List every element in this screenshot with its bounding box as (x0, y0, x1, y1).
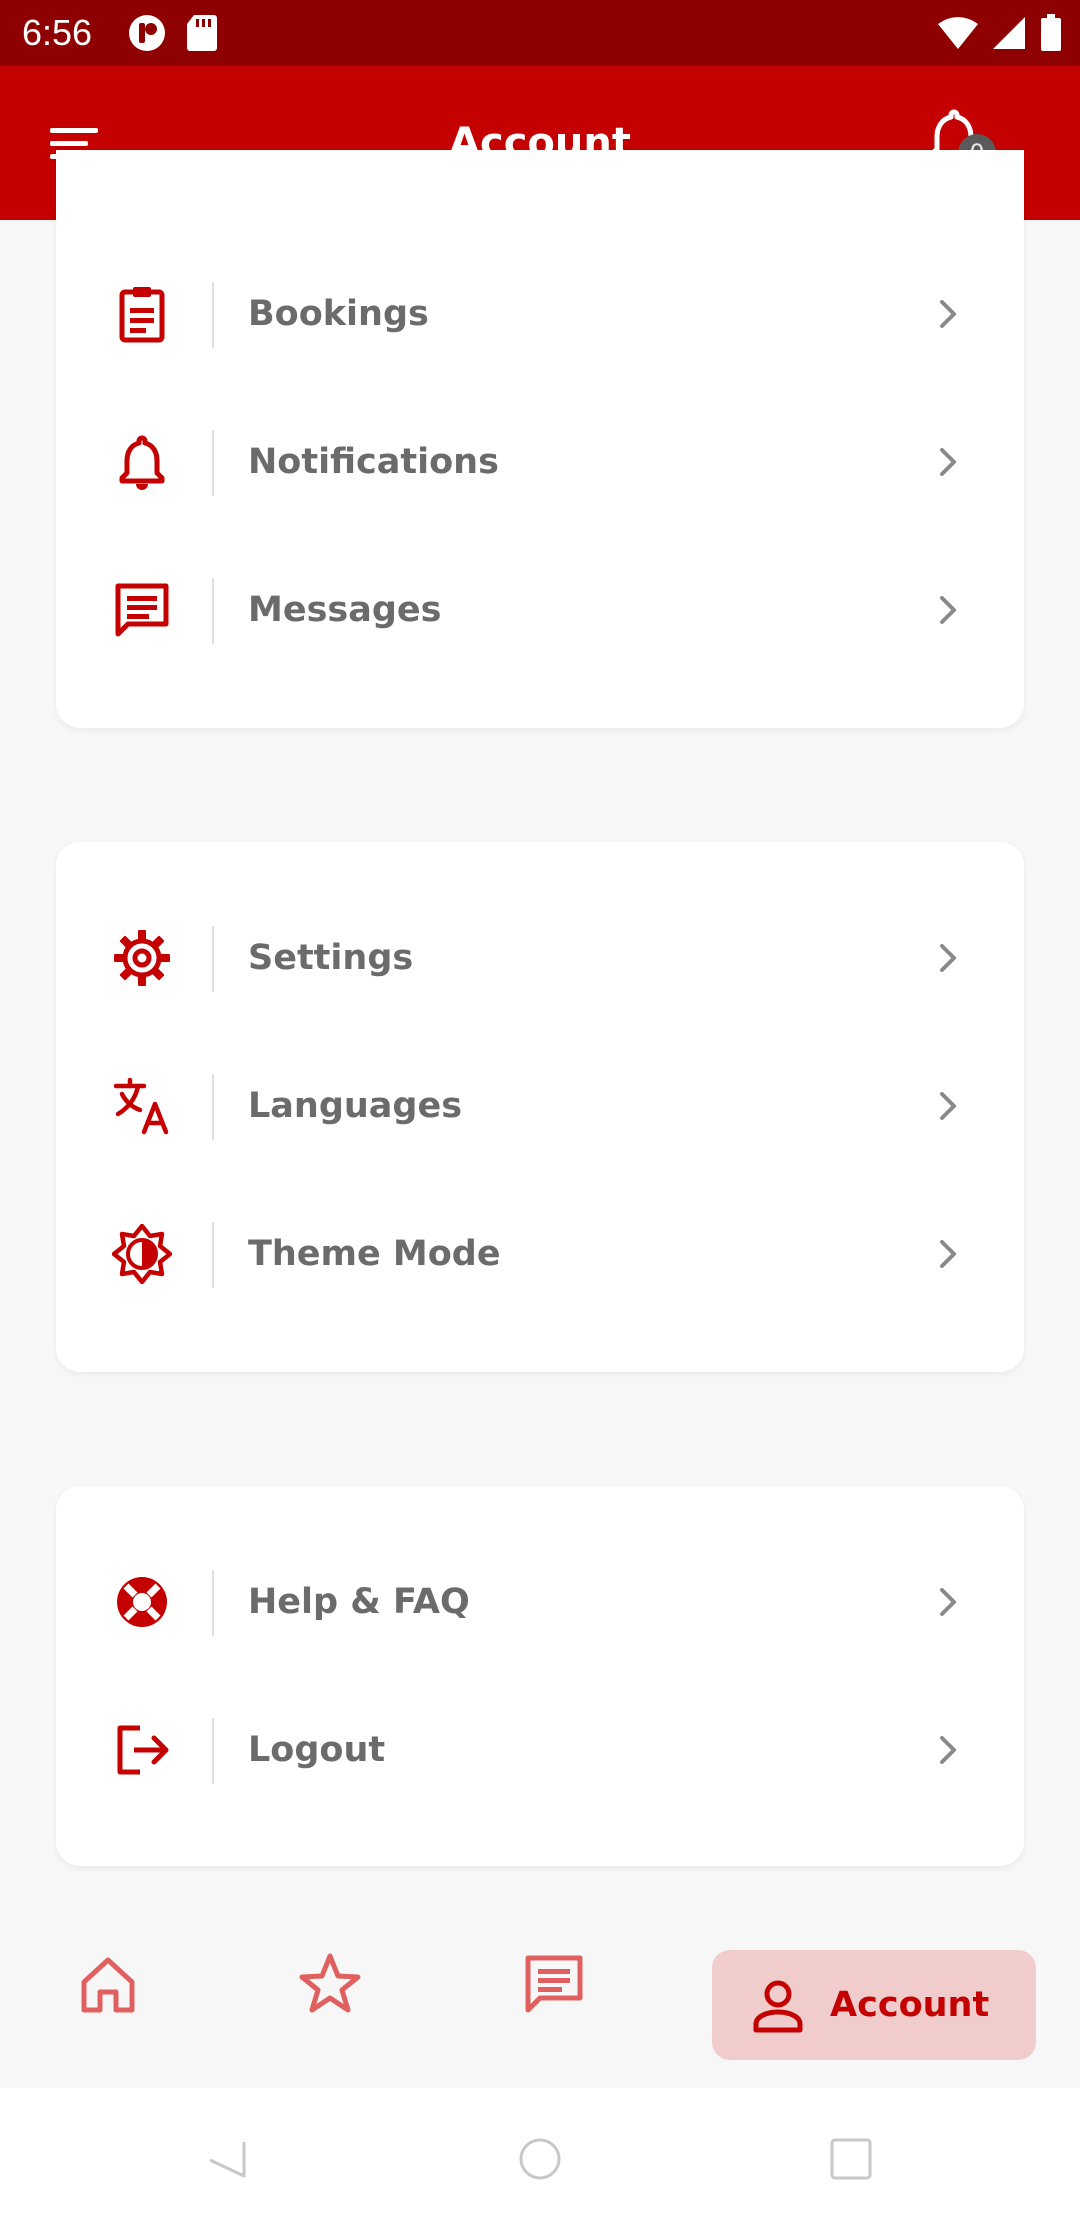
menu-item-label: Notifications (248, 442, 499, 482)
lifebuoy-icon (112, 1572, 172, 1632)
system-recents-button[interactable] (826, 2134, 876, 2184)
nav-account-label: Account (830, 1985, 990, 2025)
status-left-icons (128, 14, 218, 56)
system-back-button[interactable] (204, 2134, 254, 2184)
bottom-navigation: Account (0, 1900, 1080, 2088)
menu-item-logout[interactable]: Logout (56, 1690, 1024, 1810)
menu-item-label: Logout (248, 1730, 386, 1770)
chevron-right-icon (926, 292, 970, 336)
row-divider (212, 282, 214, 348)
menu-item-label: Settings (248, 938, 414, 978)
logout-icon (112, 1720, 172, 1780)
nav-home[interactable] (72, 1948, 144, 2020)
battery-icon (1040, 14, 1062, 56)
status-bar: 6:56 (0, 0, 1080, 66)
chevron-right-icon (926, 440, 970, 484)
menu-item-notifications[interactable]: Notifications (56, 402, 1024, 522)
row-divider (212, 578, 214, 644)
chevron-right-icon (926, 936, 970, 980)
bell-icon (112, 432, 172, 492)
translate-icon (112, 1076, 172, 1136)
nav-account[interactable]: Account (712, 1950, 1036, 2060)
system-home-button[interactable] (515, 2134, 565, 2184)
menu-item-label: Messages (248, 590, 442, 630)
clipboard-icon (112, 284, 172, 344)
nav-messages[interactable] (518, 1948, 590, 2020)
row-divider (212, 430, 214, 496)
sd-card-icon (186, 14, 218, 56)
chevron-right-icon (926, 1580, 970, 1624)
menu-item-label: Bookings (248, 294, 429, 334)
star-icon (294, 1953, 366, 2024)
menu-item-settings[interactable]: Settings (56, 898, 1024, 1018)
menu-item-theme-mode[interactable]: Theme Mode (56, 1194, 1024, 1314)
home-circle-icon (515, 2138, 565, 2188)
recents-icon (826, 2138, 876, 2188)
chevron-right-icon (926, 1728, 970, 1772)
chevron-right-icon (926, 588, 970, 632)
row-divider (212, 1222, 214, 1288)
row-divider (212, 1570, 214, 1636)
row-divider (212, 1074, 214, 1140)
menu-item-help-faq[interactable]: Help & FAQ (56, 1542, 1024, 1662)
chevron-right-icon (926, 1232, 970, 1276)
account-screen: 6:56 Account Bookings Notifications Mess… (0, 0, 1080, 2220)
menu-item-label: Help & FAQ (248, 1582, 470, 1622)
menu-item-languages[interactable]: Languages (56, 1046, 1024, 1166)
row-divider (212, 926, 214, 992)
home-icon (72, 1957, 144, 2024)
menu-item-bookings[interactable]: Bookings (56, 254, 1024, 374)
back-icon (204, 2142, 254, 2188)
row-divider (212, 1718, 214, 1784)
wifi-icon (938, 16, 978, 54)
gear-icon (112, 928, 172, 988)
menu-item-label: Theme Mode (248, 1234, 501, 1274)
menu-item-label: Languages (248, 1086, 463, 1126)
theme-mode-icon (111, 1223, 173, 1285)
status-time: 6:56 (22, 12, 93, 53)
nav-favorites[interactable] (294, 1948, 366, 2020)
message-icon (518, 1955, 590, 2024)
menu-item-messages[interactable]: Messages (56, 550, 1024, 670)
app-notification-icon (128, 14, 166, 56)
chevron-right-icon (926, 1084, 970, 1128)
signal-icon (992, 16, 1026, 54)
message-icon (112, 580, 172, 640)
person-icon (750, 1978, 806, 2034)
system-navigation-bar (0, 2088, 1080, 2220)
status-right-icons (938, 14, 1062, 56)
